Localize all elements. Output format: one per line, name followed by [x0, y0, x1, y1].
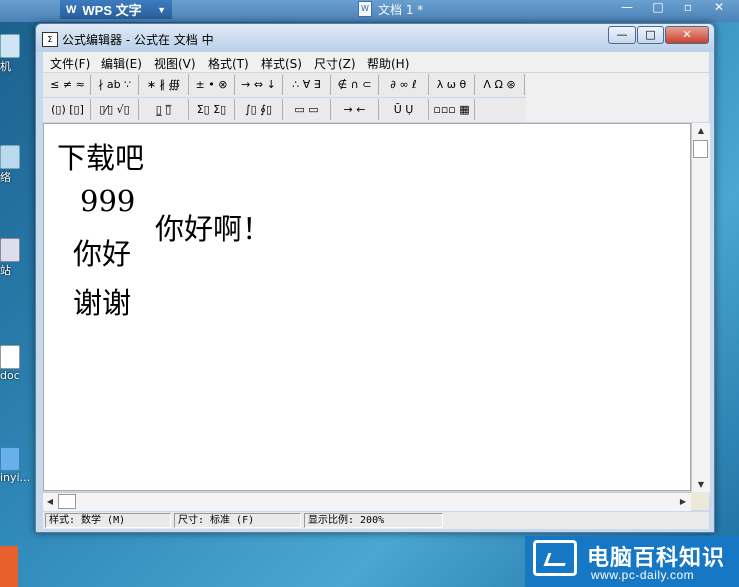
- scroll-down-icon[interactable]: ▼: [692, 477, 710, 493]
- monitor-logo-icon: [533, 540, 577, 576]
- maximize-button[interactable]: □: [637, 26, 664, 44]
- arrow-templates-button[interactable]: → ←: [331, 99, 379, 120]
- embellishments-button[interactable]: ∗ ∦ ∰: [139, 74, 189, 95]
- equation-editor-window: Σ 公式编辑器 - 公式在 文档 中 — □ ✕ 文件(F) 编辑(E) 视图(…: [35, 23, 715, 533]
- status-zoom: 显示比例: 200%: [304, 513, 443, 528]
- formula-line-1[interactable]: 下载吧: [57, 135, 144, 177]
- greek-lowercase-button[interactable]: λ ω θ: [429, 74, 475, 95]
- wps-logo-icon: W: [66, 3, 77, 16]
- subscript-templates-button[interactable]: ▯̲ ▯̅: [139, 99, 189, 120]
- desktop-icon-label: doc: [0, 369, 20, 382]
- arrow-symbols-button[interactable]: → ⇔ ↓: [235, 74, 283, 95]
- fence-templates-button[interactable]: (▯) [▯]: [45, 99, 91, 120]
- status-style: 样式: 数学 (M): [45, 513, 171, 528]
- background-maximize-button[interactable]: □: [645, 0, 671, 16]
- status-bar: 样式: 数学 (M) 尺寸: 标准 (F) 显示比例: 200%: [43, 512, 709, 529]
- toolbar-empty-area: [526, 73, 709, 122]
- close-button[interactable]: ✕: [665, 26, 709, 44]
- window-titlebar[interactable]: Σ 公式编辑器 - 公式在 文档 中 — □ ✕: [36, 24, 714, 52]
- relational-symbols-button[interactable]: ≤ ≠ ≈: [45, 74, 91, 95]
- background-minimize-button[interactable]: —: [614, 0, 640, 16]
- desktop-icon-recycle-bin[interactable]: 站: [0, 238, 20, 278]
- computer-icon: [0, 34, 20, 58]
- background-doc-title[interactable]: W 文档 1 *: [358, 0, 423, 18]
- product-templates-button[interactable]: Ū Ụ: [379, 99, 429, 120]
- formula-line-2[interactable]: 999: [80, 184, 135, 218]
- horizontal-scroll-thumb[interactable]: [58, 494, 76, 509]
- misc-symbols-button[interactable]: ∂ ∞ ℓ: [379, 74, 429, 95]
- desktop-icon-label: 机: [0, 60, 11, 73]
- file-icon: [0, 345, 20, 369]
- document-icon: W: [358, 1, 372, 17]
- formula-line-4[interactable]: 谢谢: [73, 280, 131, 322]
- horizontal-scrollbar[interactable]: ◀ ▶: [43, 492, 691, 511]
- desktop-icon-app[interactable]: inyi...: [0, 447, 30, 484]
- equation-editor-icon: Σ: [42, 32, 58, 47]
- matrix-templates-button[interactable]: ▫▫▫ ▦: [429, 99, 475, 120]
- taskbar-app-icon[interactable]: [0, 546, 18, 587]
- greek-uppercase-button[interactable]: Λ Ω ⊛: [475, 74, 525, 95]
- scroll-up-icon[interactable]: ▲: [692, 123, 710, 139]
- menu-file[interactable]: 文件(F): [50, 55, 90, 72]
- formula-side-text[interactable]: 你好啊！: [155, 206, 271, 248]
- summation-templates-button[interactable]: Σ▯ Σ▯: [189, 99, 235, 120]
- menu-bar: 文件(F) 编辑(E) 视图(V) 格式(T) 样式(S) 尺寸(Z) 帮助(H…: [43, 52, 709, 73]
- menu-help[interactable]: 帮助(H): [367, 55, 409, 72]
- minimize-button[interactable]: —: [608, 26, 636, 44]
- logical-symbols-button[interactable]: ∴ ∀ ∃: [283, 74, 331, 95]
- integral-templates-button[interactable]: ∫▯ ∮▯: [235, 99, 283, 120]
- watermark-url: www.pc-daily.com: [591, 568, 695, 582]
- chevron-down-icon[interactable]: ▼: [157, 5, 166, 15]
- template-toolbar: (▯) [▯] ▯⁄▯ √▯ ▯̲ ▯̅ Σ▯ Σ▯ ∫▯ ∮▯ ▭ ▭ → ←…: [43, 98, 526, 122]
- equation-canvas[interactable]: 下载吧 999 你好 谢谢 你好啊！: [43, 123, 691, 491]
- window-title: 公式编辑器 - 公式在 文档 中: [62, 33, 214, 47]
- background-close-button[interactable]: ✕: [706, 0, 732, 16]
- desktop-icon-doc[interactable]: doc: [0, 345, 20, 382]
- vertical-scroll-thumb[interactable]: [693, 140, 708, 158]
- network-icon: [0, 145, 20, 169]
- set-theory-button[interactable]: ∉ ∩ ⊂: [331, 74, 379, 95]
- desktop-icon-computer[interactable]: 机: [0, 34, 20, 74]
- vertical-scrollbar[interactable]: ▲ ▼: [691, 123, 710, 493]
- menu-view[interactable]: 视图(V): [154, 55, 196, 72]
- desktop-icon-label: 络: [0, 171, 11, 184]
- wps-app-tab[interactable]: W WPS 文字 ▼: [60, 0, 172, 19]
- formula-line-3[interactable]: 你好: [73, 231, 131, 273]
- wps-app-tab-label: WPS 文字: [82, 3, 142, 18]
- spaces-ellipses-button[interactable]: ∤ ab ∵: [91, 74, 139, 95]
- menu-style[interactable]: 样式(S): [261, 55, 302, 72]
- menu-size[interactable]: 尺寸(Z): [314, 55, 356, 72]
- bar-templates-button[interactable]: ▭ ▭: [283, 99, 331, 120]
- watermark: 电脑百科知识 www.pc-daily.com: [525, 536, 739, 587]
- status-size: 尺寸: 标准 (F): [174, 513, 301, 528]
- recycle-bin-icon: [0, 238, 20, 262]
- resize-grip[interactable]: [691, 492, 709, 510]
- app-icon: [0, 447, 20, 471]
- desktop-icon-label: inyi...: [0, 471, 31, 484]
- background-doc-title-text: 文档 1 *: [378, 2, 424, 17]
- scroll-left-icon[interactable]: ◀: [43, 493, 57, 511]
- menu-edit[interactable]: 编辑(E): [101, 55, 142, 72]
- fraction-radical-button[interactable]: ▯⁄▯ √▯: [91, 99, 139, 120]
- desktop-icon-label: 站: [0, 264, 11, 277]
- background-settings-button[interactable]: ▫: [675, 0, 701, 16]
- desktop-icon-network[interactable]: 络: [0, 145, 20, 185]
- scroll-right-icon[interactable]: ▶: [676, 493, 690, 511]
- operator-symbols-button[interactable]: ± • ⊗: [189, 74, 235, 95]
- symbol-toolbar: ≤ ≠ ≈ ∤ ab ∵ ∗ ∦ ∰ ± • ⊗ → ⇔ ↓ ∴ ∀ ∃ ∉ ∩…: [43, 73, 526, 97]
- menu-format[interactable]: 格式(T): [208, 55, 249, 72]
